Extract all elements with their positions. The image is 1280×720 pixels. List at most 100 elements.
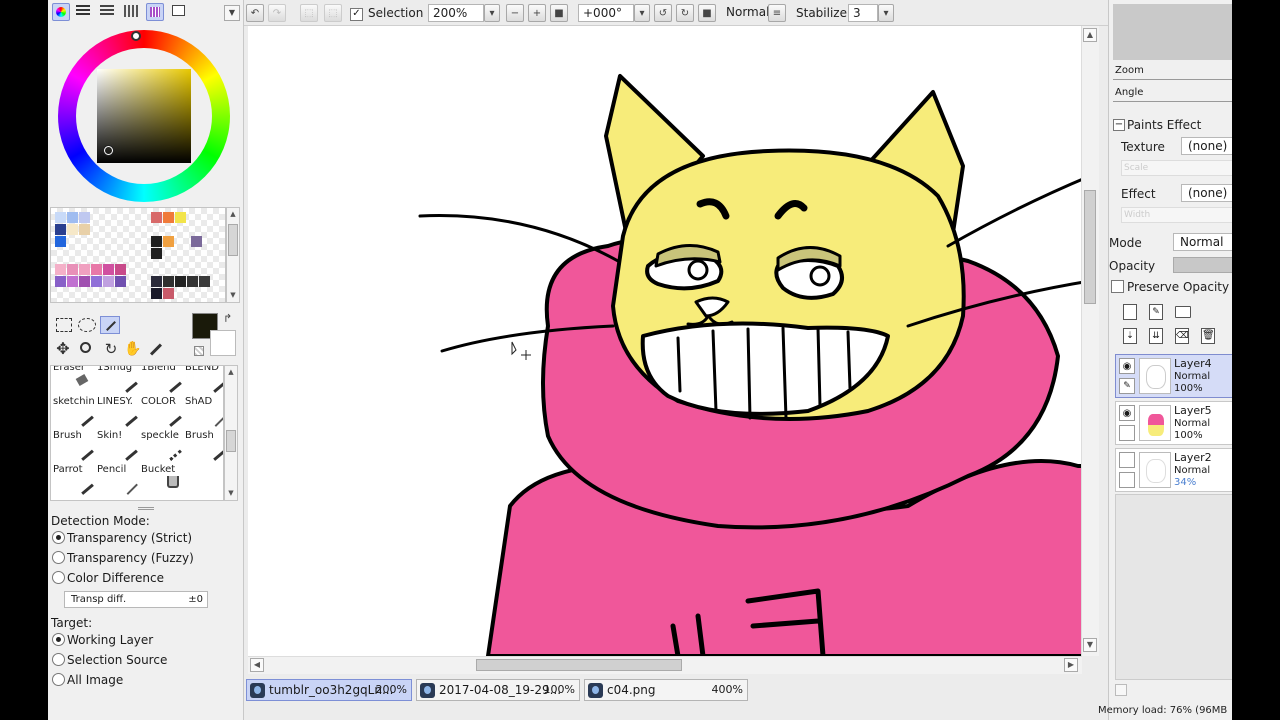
zoom-in-button[interactable]: + <box>528 4 546 22</box>
zoom-slider[interactable]: Zoom <box>1113 64 1232 80</box>
swatch[interactable] <box>79 276 90 287</box>
redo-button[interactable]: ↷ <box>268 4 286 22</box>
effect-select[interactable]: (none) <box>1181 184 1232 202</box>
swatch[interactable] <box>151 288 162 299</box>
layer-item[interactable]: ◉ ✎ Layer4 Normal 100% <box>1115 354 1232 398</box>
scratchpad-toggle-button[interactable] <box>172 5 188 19</box>
target-radio-selection-source[interactable] <box>52 653 65 666</box>
move-tool[interactable]: ✥ <box>54 340 72 358</box>
target-option-label[interactable]: All Image <box>67 673 123 687</box>
target-radio-working-layer[interactable] <box>52 633 65 646</box>
swatch[interactable] <box>115 264 126 275</box>
magic-wand-tool[interactable] <box>100 316 120 334</box>
swatch[interactable] <box>79 264 90 275</box>
layer-item[interactable]: ◉ Layer5 Normal 100% <box>1115 401 1232 445</box>
scroll-up-icon[interactable]: ▲ <box>1083 28 1097 42</box>
swatch[interactable] <box>151 212 162 223</box>
rotate-left-button[interactable]: ↺ <box>654 4 672 22</box>
brush-scroll-thumb[interactable] <box>226 430 236 452</box>
eye-icon[interactable]: ◉ <box>1119 405 1135 421</box>
preserve-opacity-label[interactable]: Preserve Opacity <box>1127 280 1229 294</box>
swatch[interactable] <box>151 248 162 259</box>
brush-speckle[interactable]: speckle <box>139 430 183 464</box>
delete-layer-icon[interactable]: 🗑 <box>1201 328 1215 344</box>
swatch[interactable] <box>163 236 174 247</box>
palette-scroll-thumb[interactable] <box>228 224 238 256</box>
swatch[interactable] <box>67 276 78 287</box>
brush-shad[interactable]: ShAD <box>183 396 223 430</box>
brush-bucket[interactable]: Bucket <box>139 464 183 498</box>
swatch[interactable] <box>67 264 78 275</box>
brush-sketchin[interactable]: sketchin <box>51 396 95 430</box>
layer-scroll-left-icon[interactable] <box>1115 684 1127 696</box>
rotate-reset-button[interactable]: ■ <box>698 4 716 22</box>
brush-1smug[interactable]: 1Smug <box>95 366 139 396</box>
selection-checkbox[interactable]: ✓ <box>350 6 363 21</box>
swatch[interactable] <box>55 212 66 223</box>
angle-slider[interactable]: Angle <box>1113 86 1232 102</box>
brush-brush[interactable]: Brush <box>51 430 95 464</box>
vertical-scrollbar[interactable]: ▲ ▼ <box>1081 26 1099 656</box>
angle-dropdown-button[interactable]: ▾ <box>634 4 650 22</box>
swatch[interactable] <box>67 224 78 235</box>
swatch[interactable] <box>163 212 174 223</box>
document-tab[interactable]: 2017-04-08_19-29... 100% <box>416 679 580 701</box>
horizontal-scroll-thumb[interactable] <box>476 659 682 671</box>
scroll-right-icon[interactable]: ▶ <box>1064 658 1078 672</box>
detection-radio-color-difference[interactable] <box>52 571 65 584</box>
brush-parrot[interactable]: Parrot <box>51 464 95 498</box>
swatch[interactable] <box>55 276 66 287</box>
clear-layer-icon[interactable]: ⌫ <box>1175 328 1189 344</box>
swatch[interactable] <box>55 224 66 235</box>
swatch[interactable] <box>151 276 162 287</box>
scroll-left-icon[interactable]: ◀ <box>250 658 264 672</box>
hue-marker[interactable] <box>131 31 141 41</box>
eye-icon[interactable]: ◉ <box>1119 358 1135 374</box>
brush-brush-2[interactable]: Brush <box>183 430 223 464</box>
panel-menu-button[interactable]: ▼ <box>224 5 240 21</box>
zoom-reset-button[interactable]: ■ <box>550 4 568 22</box>
transparent-color-icon[interactable] <box>194 346 204 356</box>
eyedropper-tool[interactable] <box>146 340 164 358</box>
scale-slider[interactable]: Scale <box>1121 160 1232 176</box>
target-radio-all-image[interactable] <box>52 673 65 686</box>
palette-scrollbar[interactable]: ▲ ▼ <box>226 207 240 303</box>
vertical-scroll-thumb[interactable] <box>1084 190 1096 304</box>
color-wheel-mode-button[interactable] <box>52 3 70 21</box>
swatch[interactable] <box>67 212 78 223</box>
swatch[interactable] <box>163 276 174 287</box>
angle-field[interactable]: +000° <box>578 4 634 22</box>
paints-effect-collapse-icon[interactable]: − <box>1113 119 1125 131</box>
blend-mode-select[interactable]: Normal <box>1173 233 1232 251</box>
swap-colors-icon[interactable]: ↱ <box>223 312 237 326</box>
preserve-opacity-checkbox[interactable] <box>1111 280 1124 296</box>
lasso-tool[interactable] <box>78 318 96 332</box>
transp-diff-slider[interactable]: Transp diff. ±0 <box>64 591 208 608</box>
brush-indicator-icon[interactable] <box>1119 425 1135 441</box>
zoom-tool[interactable] <box>78 340 96 358</box>
brush-pencil[interactable]: Pencil <box>95 464 139 498</box>
brush-indicator-icon[interactable] <box>1119 472 1135 488</box>
swatch[interactable] <box>175 212 186 223</box>
swatch[interactable] <box>163 288 174 299</box>
swatch-palette[interactable] <box>50 207 226 303</box>
opacity-slider[interactable] <box>1173 257 1232 273</box>
swatch[interactable] <box>175 276 186 287</box>
detection-radio-strict[interactable] <box>52 531 65 544</box>
hand-tool[interactable]: ✋ <box>124 340 142 358</box>
document-tab[interactable]: tumblr_oo3h2gqLn... 200% <box>246 679 412 701</box>
secondary-color-box[interactable] <box>210 330 236 356</box>
document-tab[interactable]: c04.png 400% <box>584 679 748 701</box>
horizontal-scrollbar[interactable]: ◀ ▶ <box>248 656 1082 674</box>
swatch[interactable] <box>55 236 66 247</box>
new-folder-icon[interactable] <box>1175 306 1191 318</box>
undo-button[interactable]: ↶ <box>246 4 264 22</box>
scroll-up-icon[interactable]: ▲ <box>228 209 238 219</box>
merge-down-icon[interactable]: ⇊ <box>1149 328 1163 344</box>
swatch[interactable] <box>103 264 114 275</box>
target-option-label[interactable]: Selection Source <box>67 653 167 667</box>
layer-item[interactable]: Layer2 Normal 34% <box>1115 448 1232 492</box>
target-option-label[interactable]: Working Layer <box>67 633 153 647</box>
panel-splitter[interactable] <box>138 507 154 510</box>
selection-label[interactable]: Selection <box>368 6 423 20</box>
